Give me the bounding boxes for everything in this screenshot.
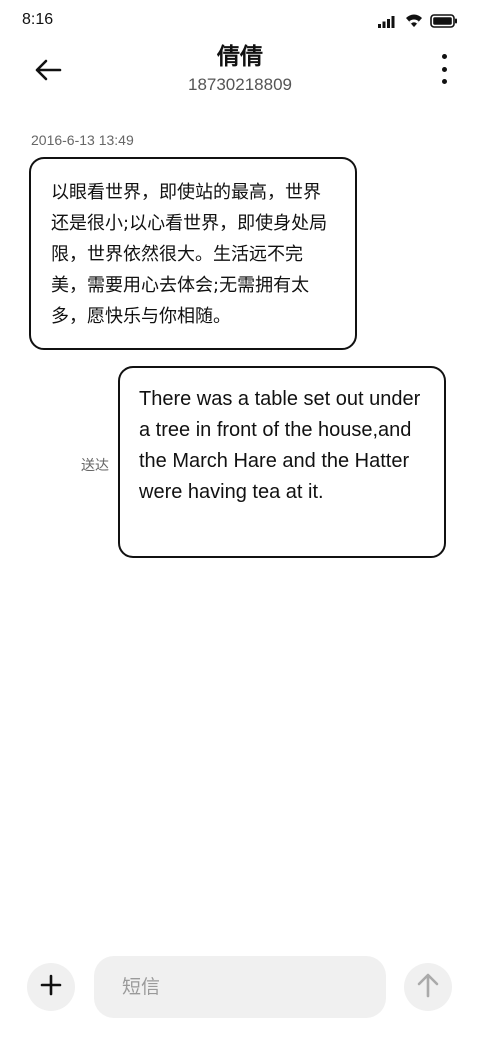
plus-icon [40, 974, 62, 1000]
contact-number: 18730218809 [187, 75, 292, 94]
message-text: 以眼看世界，即使站的最高，世界还是很小;以心看世界，即使身处局限，世界依然很大。… [51, 182, 328, 327]
sms-input[interactable] [94, 956, 386, 1018]
signal-icon [378, 13, 398, 32]
incoming-message-bubble[interactable]: 以眼看世界，即使站的最高，世界还是很小;以心看世界，即使身处局限，世界依然很大。… [29, 157, 357, 350]
add-attachment-button[interactable] [27, 963, 75, 1011]
message-timestamp: 2016-6-13 13:49 [31, 132, 134, 148]
status-time: 8:16 [22, 11, 54, 28]
more-vertical-icon-dot [441, 79, 447, 84]
message-text: There was a table set out under a tree i… [139, 388, 421, 503]
send-button[interactable] [404, 963, 452, 1011]
contact-title: 倩倩 18730218809 [0, 42, 480, 97]
outgoing-message-bubble[interactable]: There was a table set out under a tree i… [118, 366, 446, 558]
delivery-status: 送达 [81, 458, 109, 474]
more-options-button[interactable] [436, 54, 452, 84]
conversation-header: 倩倩 18730218809 [0, 42, 480, 102]
status-icons [378, 12, 458, 32]
more-vertical-icon-dot [441, 66, 447, 72]
message-composer [0, 950, 480, 1030]
more-vertical-icon [441, 54, 447, 59]
arrow-up-icon [417, 972, 439, 1002]
status-bar: 8:16 [0, 0, 480, 42]
contact-name: 倩倩 [217, 44, 263, 70]
wifi-icon [404, 12, 424, 32]
battery-icon [430, 13, 458, 32]
